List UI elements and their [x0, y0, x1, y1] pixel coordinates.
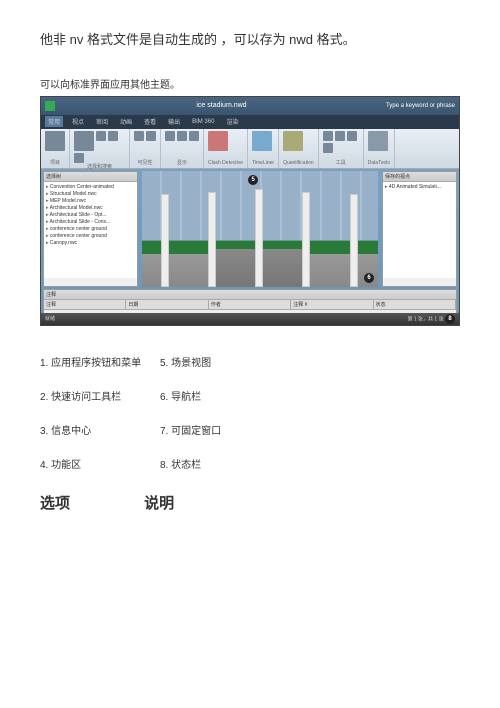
tree-item[interactable]: Architectural Slide - Opt...	[46, 212, 135, 219]
callout-6: 6	[364, 273, 374, 283]
scene-view[interactable]: 5 6	[142, 171, 378, 287]
tree-item[interactable]: 4D Animated Simulati...	[385, 184, 454, 191]
col[interactable]: 状态	[374, 300, 456, 309]
tab-render[interactable]: 渲染	[223, 116, 241, 127]
infocenter[interactable]: Type a keyword or phrase	[386, 103, 455, 109]
col[interactable]: 作者	[209, 300, 291, 309]
tab-review[interactable]: 审阅	[93, 116, 111, 127]
clash-icon[interactable]	[208, 131, 228, 151]
section-header: 选项 说明	[40, 492, 460, 513]
ribbon-group-select: 选择和搜索	[70, 129, 130, 168]
tree-item[interactable]: Convention Center-animated	[46, 184, 135, 191]
ribbon-group-tools: 工具	[319, 129, 364, 168]
panel-header: 保存的视点	[383, 172, 456, 182]
pillar	[350, 194, 358, 287]
tab-bim360[interactable]: BIM 360	[189, 118, 217, 126]
legend-2: 2. 快速访问工具栏	[40, 390, 160, 406]
legend-1: 1. 应用程序按钮和菜单	[40, 356, 160, 372]
col[interactable]: 注释	[44, 300, 126, 309]
app-icon[interactable]	[45, 101, 55, 111]
append-icon[interactable]	[45, 131, 65, 151]
viewpoints-panel[interactable]: 保存的视点 4D Animated Simulati...	[382, 171, 457, 287]
quant-icon[interactable]	[283, 131, 303, 151]
legend-5: 5. 场景视图	[160, 356, 211, 372]
legend-8: 8. 状态栏	[160, 458, 201, 474]
rs2[interactable]	[108, 131, 118, 141]
rt3[interactable]	[347, 131, 357, 141]
timeliner-icon[interactable]	[252, 131, 272, 151]
ribbon: 项目 选择和搜索 可见性 显示 Clash Detective TimeLine…	[41, 129, 459, 169]
status-right: 第 1 张，共 1 张	[407, 316, 443, 322]
app-window: ice stadium.nwd Type a keyword or phrase…	[40, 96, 460, 326]
rs1[interactable]	[96, 131, 106, 141]
pillar	[302, 192, 310, 287]
pillar	[255, 189, 263, 286]
tree-item[interactable]: Canopy.nwc	[46, 240, 135, 247]
rd3[interactable]	[189, 131, 199, 141]
pillar	[161, 194, 169, 287]
col[interactable]: 日期	[126, 300, 208, 309]
callout-5: 5	[248, 175, 258, 185]
workspace: 选择树 Convention Center-animated Structura…	[41, 169, 459, 289]
tab-anim[interactable]: 动画	[117, 116, 135, 127]
legend-7: 7. 可固定窗口	[160, 424, 221, 440]
legend-3: 3. 信息中心	[40, 424, 160, 440]
col[interactable]: 注释 #	[291, 300, 373, 309]
tab-home[interactable]: 常用	[45, 116, 63, 127]
select-icon[interactable]	[74, 131, 94, 151]
comment-cols: 注释 日期 作者 注释 # 状态	[44, 300, 456, 310]
ribbon-group-clash: Clash Detective	[204, 129, 248, 168]
rt4[interactable]	[323, 143, 333, 153]
legend-4: 4. 功能区	[40, 458, 160, 474]
section-options: 选项	[40, 492, 140, 513]
ribbon-group-project: 项目	[41, 129, 70, 168]
statusbar: 就绪 第 1 张，共 1 张 8	[41, 313, 459, 325]
status-left: 就绪	[45, 315, 55, 322]
panel-header: 注释	[44, 290, 456, 300]
pillar	[208, 192, 216, 287]
window-title: ice stadium.nwd	[57, 102, 386, 109]
panel-header: 选择树	[44, 172, 137, 182]
rd1[interactable]	[165, 131, 175, 141]
tree-item[interactable]: Architectural Model.nwc	[46, 205, 135, 212]
tab-output[interactable]: 输出	[165, 116, 183, 127]
tree-item[interactable]: conference center ground	[46, 226, 135, 233]
ribbon-tabs: 常用 视点 审阅 动画 查看 输出 BIM 360 渲染	[41, 115, 459, 129]
ribbon-group-timeliner: TimeLiner	[248, 129, 279, 168]
ribbon-group-quant: Quantification	[279, 129, 319, 168]
datatools-icon[interactable]	[368, 131, 388, 151]
titlebar: ice stadium.nwd Type a keyword or phrase	[41, 97, 459, 115]
ribbon-group-disp: 显示	[161, 129, 204, 168]
tree-item[interactable]: Structural Model.nwc	[46, 191, 135, 198]
rs3[interactable]	[74, 153, 84, 163]
vp-tree: 4D Animated Simulati...	[383, 182, 456, 278]
doc-title: 他非 nv 格式文件是自动生成的 ，可以存为 nwd 格式。	[40, 30, 460, 51]
selection-tree-panel[interactable]: 选择树 Convention Center-animated Structura…	[43, 171, 138, 287]
ribbon-group-vis: 可见性	[130, 129, 161, 168]
tree-item[interactable]: Architectural Slide - Cons...	[46, 219, 135, 226]
tree-item[interactable]: conference center ground	[46, 233, 135, 240]
rv1[interactable]	[134, 131, 144, 141]
section-desc: 说明	[144, 492, 244, 513]
tab-viewpoint[interactable]: 视点	[69, 116, 87, 127]
callout-8: 8	[445, 314, 455, 324]
legend: 1. 应用程序按钮和菜单5. 场景视图 2. 快速访问工具栏6. 导航栏 3. …	[40, 356, 460, 474]
tab-view[interactable]: 查看	[141, 116, 159, 127]
ribbon-group-datatools: DataTools	[364, 129, 395, 168]
rt1[interactable]	[323, 131, 333, 141]
rt2[interactable]	[335, 131, 345, 141]
rv2[interactable]	[146, 131, 156, 141]
tree: Convention Center-animated Structural Mo…	[44, 182, 137, 278]
rd2[interactable]	[177, 131, 187, 141]
legend-6: 6. 导航栏	[160, 390, 201, 406]
theme-caption: 可以向标准界面应用其他主题。	[40, 76, 460, 91]
tree-item[interactable]: MEP Model.nwc	[46, 198, 135, 205]
